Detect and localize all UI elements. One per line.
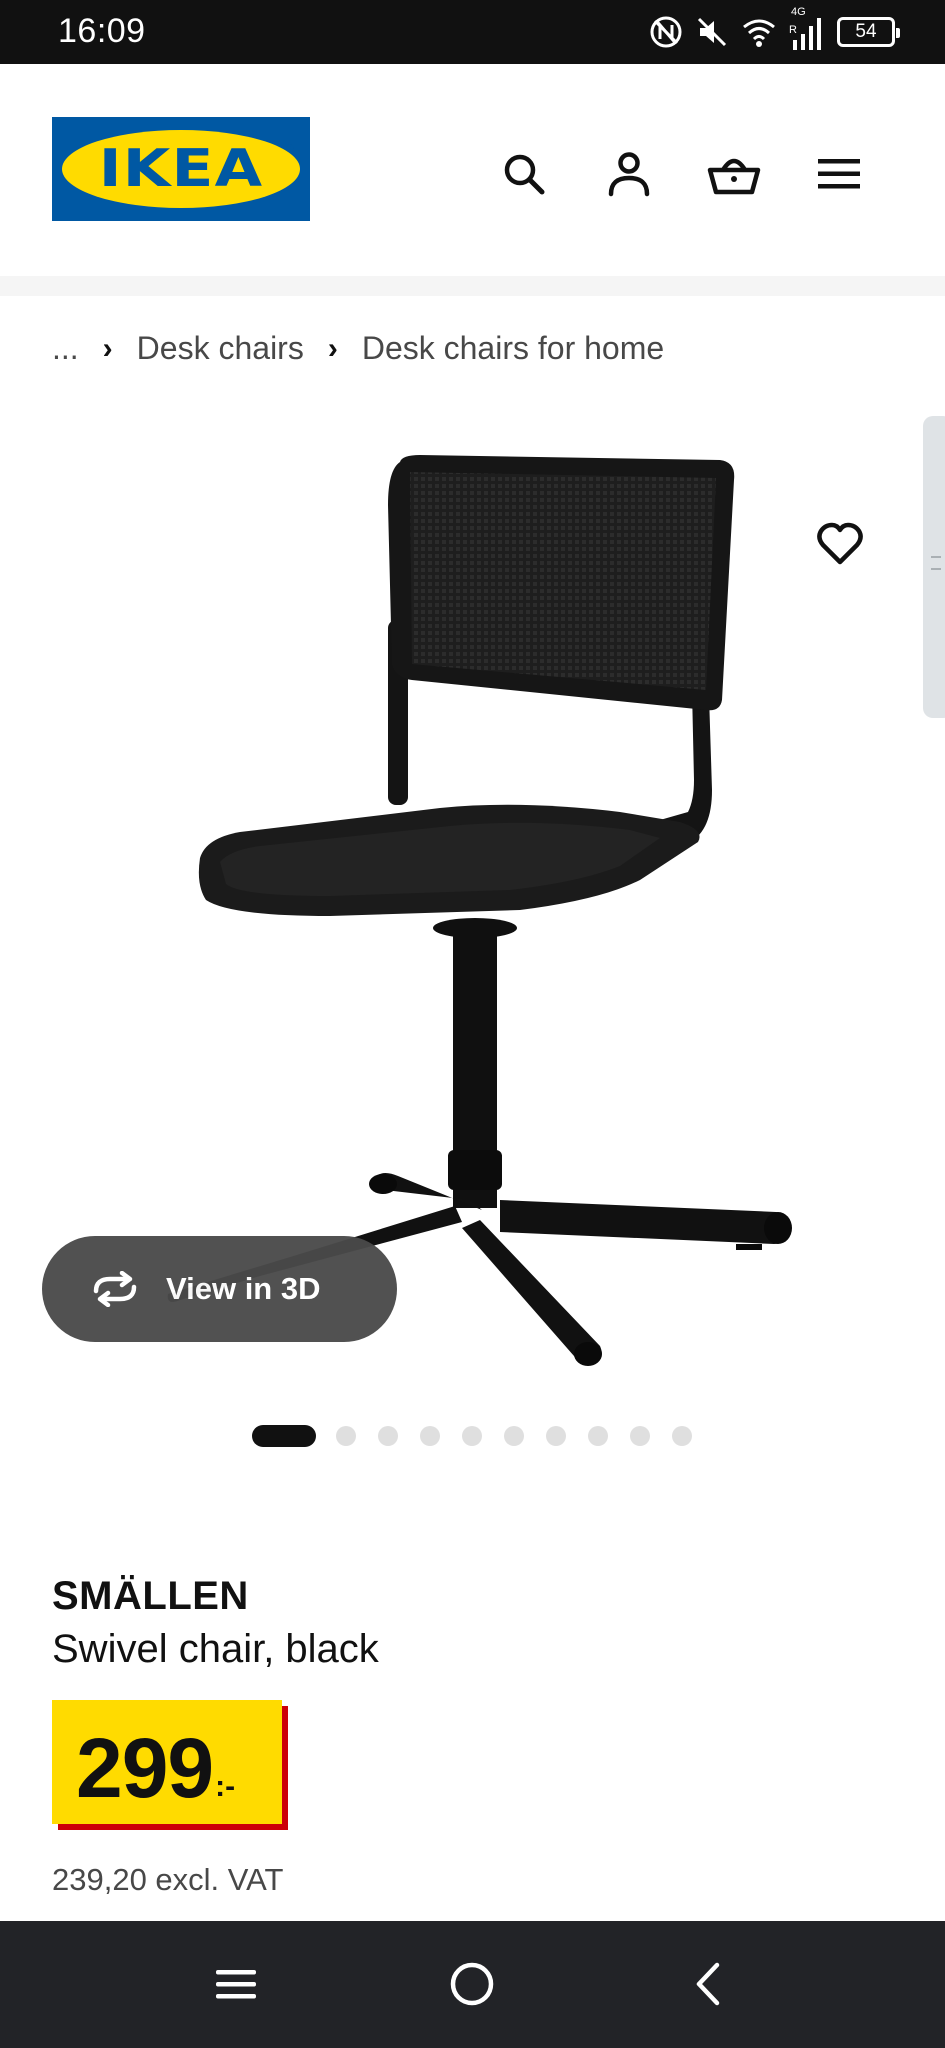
price-suffix: :- (215, 1770, 236, 1803)
side-panel-handle[interactable] (923, 416, 945, 718)
image-carousel-indicator (0, 1424, 945, 1448)
status-bar: 16:09 4G R 54 (0, 0, 945, 64)
system-nav-bar (0, 1921, 945, 2048)
roaming-label: R (789, 24, 797, 36)
price-tag: 299 :- (52, 1700, 282, 1824)
status-icons: 4G R 54 (649, 6, 900, 54)
logo-text: IKEA (98, 139, 264, 199)
breadcrumb-separator-icon: › (102, 331, 113, 365)
view-in-3d-label: View in 3D (166, 1271, 321, 1306)
shopping-bag-icon[interactable] (704, 144, 764, 204)
rotate-3d-icon (93, 1271, 137, 1307)
recents-icon[interactable] (203, 1951, 269, 2017)
heart-icon (817, 522, 863, 565)
breadcrumb-separator-icon: › (327, 331, 338, 365)
carousel-dot[interactable] (504, 1426, 524, 1446)
account-icon[interactable] (599, 144, 659, 204)
search-icon[interactable] (494, 144, 554, 204)
drag-handle-icon (931, 556, 941, 570)
carousel-dot[interactable] (588, 1426, 608, 1446)
menu-icon[interactable] (809, 144, 869, 204)
product-name: SMÄLLEN (52, 1574, 249, 1618)
wifi-icon (741, 15, 777, 49)
site-header: IKEA ® (0, 64, 945, 276)
breadcrumb: ... › Desk chairs › Desk chairs for home (52, 330, 664, 367)
carousel-dot[interactable] (462, 1426, 482, 1446)
header-divider (0, 276, 945, 296)
favorite-button[interactable] (810, 514, 870, 574)
status-time: 16:09 (58, 12, 146, 50)
carousel-dot[interactable] (420, 1426, 440, 1446)
logo-registered-mark: ® (285, 143, 294, 155)
breadcrumb-ellipsis[interactable]: ... (52, 330, 79, 367)
carousel-dot[interactable] (546, 1426, 566, 1446)
carousel-dot[interactable] (336, 1426, 356, 1446)
breadcrumb-item-desk-chairs[interactable]: Desk chairs (137, 330, 304, 367)
carousel-dot[interactable] (672, 1426, 692, 1446)
view-in-3d-button[interactable]: View in 3D (42, 1236, 397, 1342)
breadcrumb-item-desk-chairs-for-home[interactable]: Desk chairs for home (362, 330, 664, 367)
ikea-logo[interactable]: IKEA ® (52, 117, 310, 221)
carousel-dot[interactable] (630, 1426, 650, 1446)
mute-icon (695, 15, 729, 49)
back-icon[interactable] (675, 1951, 741, 2017)
battery-icon: 54 (837, 17, 900, 47)
carousel-dot-active[interactable] (252, 1425, 316, 1447)
price-excl-vat: 239,20 excl. VAT (52, 1862, 284, 1897)
nfc-icon (649, 15, 683, 49)
product-description: Swivel chair, black (52, 1627, 379, 1671)
signal-icon: 4G R (789, 6, 825, 52)
price-value: 299 (76, 1721, 214, 1815)
carousel-dot[interactable] (378, 1426, 398, 1446)
battery-level: 54 (855, 21, 877, 42)
network-type-label: 4G (791, 6, 806, 18)
home-icon[interactable] (439, 1951, 505, 2017)
